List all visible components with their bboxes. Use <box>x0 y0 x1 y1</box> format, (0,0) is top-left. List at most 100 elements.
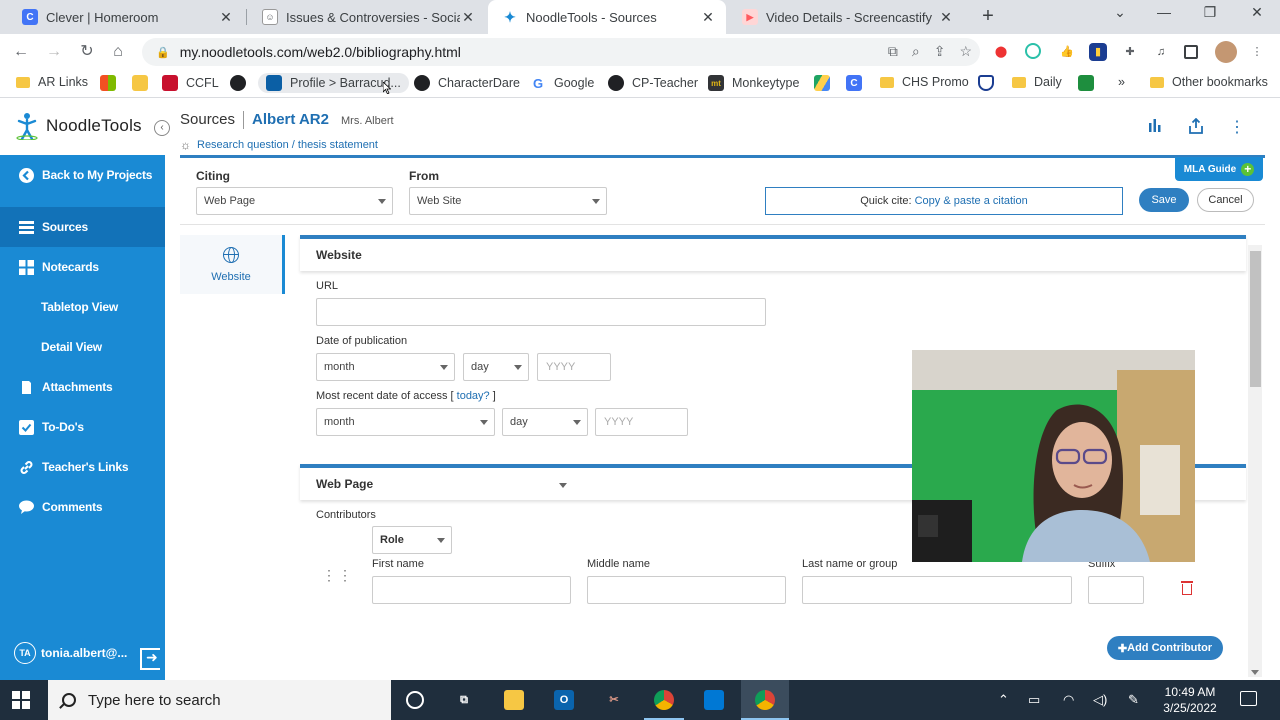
bookmark-star-icon[interactable]: ☆ <box>959 43 972 60</box>
chrome-taskbar-icon[interactable] <box>654 690 674 710</box>
back-icon[interactable]: ← <box>10 41 32 63</box>
notification-center-icon[interactable] <box>1240 691 1257 706</box>
add-contributor-button[interactable]: ✚ Add Contributor <box>1107 636 1223 660</box>
app-window-icon[interactable] <box>704 690 724 710</box>
url-input[interactable] <box>316 298 766 326</box>
snipping-tool-icon[interactable]: ✂ <box>604 690 624 710</box>
new-tab-button[interactable]: + <box>976 5 1000 29</box>
sidebar-item-todos[interactable]: To-Do's <box>0 407 165 447</box>
bookmark-classroom[interactable] <box>1078 75 1102 91</box>
publication-year-input[interactable]: YYYY <box>537 353 611 381</box>
scroll-down-icon[interactable] <box>1251 670 1259 675</box>
bookmark-shield[interactable] <box>978 75 1002 91</box>
access-day-select[interactable]: day <box>502 408 588 436</box>
project-title[interactable]: Albert AR2 <box>252 111 329 128</box>
bookmark-other[interactable]: Other bookmarks <box>1150 75 1268 89</box>
outlook-icon[interactable]: O <box>554 690 574 710</box>
sidebar-item-attachments[interactable]: Attachments <box>0 367 165 407</box>
save-button[interactable]: Save <box>1139 188 1189 212</box>
minimize-icon[interactable]: — <box>1152 4 1176 20</box>
cortana-icon[interactable] <box>406 691 424 709</box>
bookmark-monkeytype[interactable]: mt Monkeytype <box>708 75 799 91</box>
publication-month-select[interactable]: month <box>316 353 455 381</box>
page-scrollbar[interactable] <box>1248 245 1262 677</box>
publication-day-select[interactable]: day <box>463 353 529 381</box>
sidebar-item-tabletop-view[interactable]: Tabletop View <box>0 287 165 327</box>
extension-grammarly-icon[interactable] <box>1025 43 1041 59</box>
user-account[interactable]: TA tonia.albert@... <box>14 642 127 664</box>
bookmark-keep[interactable] <box>132 75 156 91</box>
sidebar-item-teachers-links[interactable]: Teacher's Links <box>0 447 165 487</box>
reload-icon[interactable]: ↻ <box>76 41 98 63</box>
sidebar-item-sources[interactable]: Sources <box>0 207 165 247</box>
bookmarks-overflow[interactable]: » <box>1118 75 1125 89</box>
from-select[interactable]: Web Site <box>409 187 607 215</box>
close-icon[interactable]: ✕ <box>938 9 954 26</box>
bookmark-characterdare[interactable]: CharacterDare <box>414 75 520 91</box>
bar-chart-icon[interactable] <box>1145 118 1165 138</box>
delete-contributor-icon[interactable] <box>1181 581 1193 595</box>
share-export-icon[interactable] <box>1186 117 1206 138</box>
zoom-icon[interactable]: ⌕ <box>912 43 920 60</box>
restore-icon[interactable]: ❐ <box>1198 4 1222 21</box>
sidebar-item-detail-view[interactable]: Detail View <box>0 327 165 367</box>
close-icon[interactable]: ✕ <box>218 9 234 26</box>
tab-issues-controversies[interactable]: ☺ Issues & Controversies - Social M ✕ <box>248 0 486 34</box>
sidebar-item-back-to-projects[interactable]: Back to My Projects <box>0 155 165 195</box>
close-icon[interactable]: ✕ <box>700 9 716 26</box>
close-window-icon[interactable]: ✕ <box>1245 4 1269 21</box>
sidebar-item-notecards[interactable]: Notecards <box>0 247 165 287</box>
more-options-icon[interactable]: ⋮ <box>1227 118 1247 138</box>
battery-icon[interactable]: ▭ <box>1028 692 1040 708</box>
share-icon[interactable]: ⇪ <box>934 43 946 60</box>
tab-noodletools-sources[interactable]: ✦ NoodleTools - Sources ✕ <box>488 0 726 34</box>
first-name-input[interactable] <box>372 576 571 604</box>
taskbar-clock[interactable]: 10:49 AM 3/25/2022 <box>1150 684 1230 716</box>
extension-thumb-icon[interactable]: 👍 <box>1058 43 1076 61</box>
pen-icon[interactable]: ✎ <box>1128 692 1139 708</box>
bookmark-ar-links[interactable]: AR Links <box>16 75 88 89</box>
tab-screencastify[interactable]: ▶ Video Details - Screencastify ✕ <box>728 0 964 34</box>
bookmark-chs-promo[interactable]: CHS Promo <box>880 75 969 89</box>
extension-record-icon[interactable]: ⬤ <box>992 43 1010 61</box>
profile-avatar[interactable] <box>1215 41 1237 63</box>
last-name-input[interactable] <box>802 576 1072 604</box>
logout-icon[interactable] <box>140 648 160 670</box>
bookmark-clever[interactable]: C <box>846 75 870 91</box>
noodletools-logo[interactable]: NoodleTools <box>16 112 142 141</box>
bookmark-daily[interactable]: Daily <box>1012 75 1062 89</box>
sidepanel-icon[interactable] <box>1184 45 1198 59</box>
scrollbar-thumb[interactable] <box>1250 251 1261 387</box>
close-icon[interactable]: ✕ <box>460 9 476 26</box>
wifi-icon[interactable]: ◠ <box>1063 692 1074 708</box>
address-bar[interactable]: 🔒 my.noodletools.com/web2.0/bibliography… <box>142 38 980 66</box>
drag-handle-icon[interactable]: ⋮⋮ <box>322 568 352 590</box>
access-month-select[interactable]: month <box>316 408 495 436</box>
taskbar-search-input[interactable]: Type here to search <box>48 680 391 720</box>
tab-website[interactable]: Website <box>180 235 285 294</box>
chrome-profile-taskbar-icon[interactable] <box>755 690 775 710</box>
middle-name-input[interactable] <box>587 576 786 604</box>
file-explorer-icon[interactable] <box>504 690 524 710</box>
tab-clever[interactable]: C Clever | Homeroom ✕ <box>8 0 244 34</box>
bookmark-globe[interactable] <box>230 75 254 91</box>
volume-icon[interactable]: ◁) <box>1093 692 1107 708</box>
extension-chart-icon[interactable]: ▮ <box>1089 43 1107 61</box>
research-question-link[interactable]: ☼ Research question / thesis statement <box>180 138 378 152</box>
sidebar-item-comments[interactable]: Comments <box>0 487 165 527</box>
citing-select[interactable]: Web Page <box>196 187 393 215</box>
collapse-sidebar-icon[interactable]: ‹ <box>154 120 170 136</box>
show-hidden-icons-icon[interactable]: ⌃ <box>998 692 1009 708</box>
bookmark-drive[interactable] <box>814 75 838 91</box>
quick-cite-button[interactable]: Quick cite: Copy & paste a citation <box>765 187 1123 215</box>
today-link[interactable]: today? <box>457 390 490 402</box>
forward-icon[interactable]: → <box>43 41 65 63</box>
access-year-input[interactable]: YYYY <box>595 408 688 436</box>
suffix-input[interactable] <box>1088 576 1144 604</box>
media-icon[interactable]: ♫ <box>1152 43 1170 61</box>
home-icon[interactable]: ⌂ <box>107 41 129 63</box>
tab-search-icon[interactable]: ⌄ <box>1108 4 1132 21</box>
windows-start-icon[interactable] <box>12 691 30 709</box>
bookmark-ccfl[interactable]: CCFL <box>162 75 219 91</box>
mla-guide-button[interactable]: MLA Guide + <box>1175 157 1263 181</box>
